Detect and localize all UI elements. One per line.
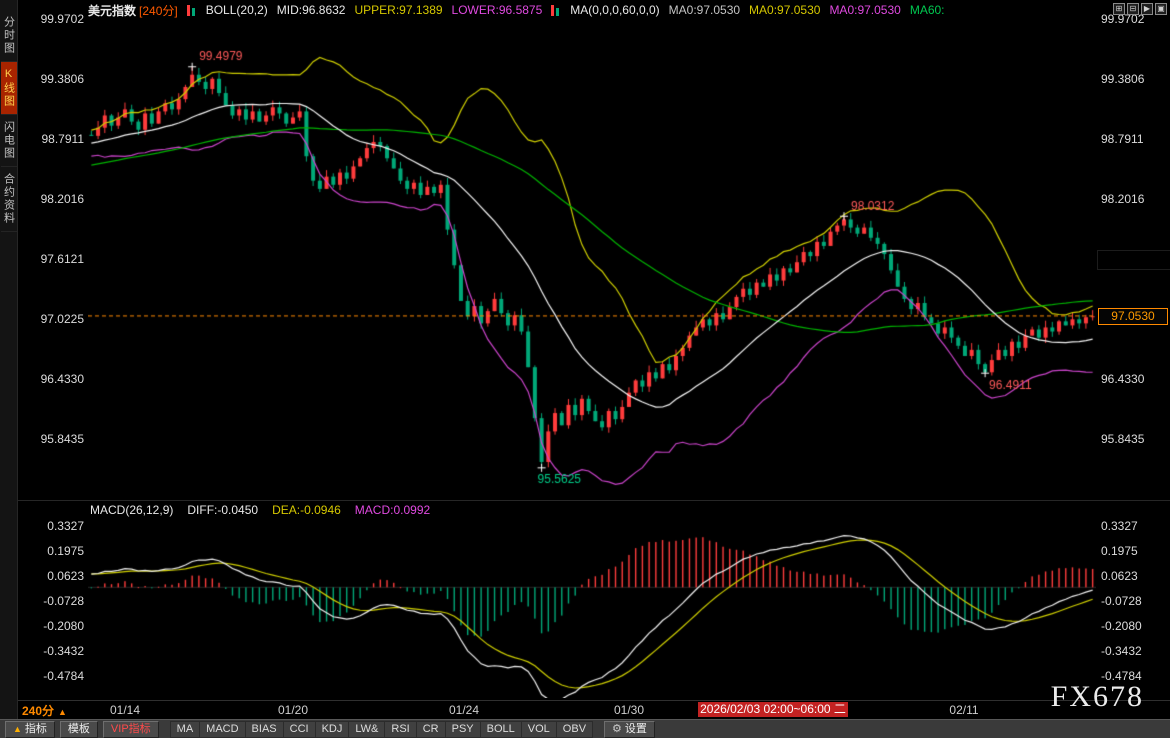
indicator-tab-macd[interactable]: MACD (200, 721, 245, 738)
macd-label: MACD(26,12,9) (90, 503, 173, 518)
sidebar-item-time-chart[interactable]: 分时图 (1, 10, 17, 62)
macd-tick-left: -0.4784 (18, 669, 84, 683)
boll-lower: LOWER:96.5875 (452, 3, 543, 17)
candlestick-icon (551, 4, 561, 16)
date-tick: 01/30 (614, 703, 644, 717)
ma0-value-3: MA0:97.0530 (829, 3, 900, 17)
candlestick-icon (187, 4, 197, 16)
macd-header: MACD(26,12,9) DIFF:-0.0450 DEA:-0.0946 M… (90, 503, 430, 518)
axis-blank-label-box (1097, 250, 1170, 270)
sidebar-item-flash-chart[interactable]: 闪电图 (1, 115, 17, 167)
macd-tick-left: -0.2080 (18, 619, 84, 633)
panel-divider (17, 500, 1170, 501)
templates-button[interactable]: 模板 (60, 721, 98, 738)
date-tick: 01/20 (278, 703, 308, 717)
bottom-toolbar: ▲指标模板VIP指标 MAMACDBIASCCIKDJLW&RSICRPSYBO… (0, 719, 1170, 738)
settings-label: 设置 (625, 723, 647, 736)
indicator-tab-cr[interactable]: CR (417, 721, 446, 738)
boll-label: BOLL(20,2) (206, 3, 268, 17)
ma0-value-1: MA0:97.0530 (669, 3, 740, 17)
indicators-button-label: 指标 (25, 723, 47, 736)
period-selector-label: 240分 (22, 704, 54, 718)
up-arrow-icon: ▲ (13, 723, 22, 736)
price-tick-left: 98.7911 (18, 132, 84, 146)
macd-tick-right: -0.2080 (1101, 619, 1169, 633)
period-selector[interactable]: 240分 ▲ (22, 702, 67, 719)
indicator-tab-rsi[interactable]: RSI (385, 721, 416, 738)
price-tick-right: 95.8435 (1101, 432, 1169, 446)
indicator-tab-ma[interactable]: MA (170, 721, 201, 738)
indicator-tab-boll[interactable]: BOLL (481, 721, 522, 738)
macd-chart-canvas[interactable] (88, 508, 1096, 698)
macd-tick-right: -0.3432 (1101, 644, 1169, 658)
window-controls: ⊞⊟▶▣ (1113, 3, 1167, 15)
toolbar-left-group: ▲指标模板VIP指标 (5, 721, 159, 738)
price-tick-left: 97.0225 (18, 312, 84, 326)
indicator-tab-cci[interactable]: CCI (284, 721, 316, 738)
boll-upper: UPPER:97.1389 (354, 3, 442, 17)
macd-tick-left: -0.3432 (18, 644, 84, 658)
date-tick: 01/24 (449, 703, 479, 717)
price-tick-right: 98.7911 (1101, 132, 1169, 146)
price-tick-right: 96.4330 (1101, 372, 1169, 386)
selected-bar-time-badge: 2026/02/03 02:00~06:00 二 (698, 702, 848, 717)
trading-app-window: 分时图K线图闪电图合约资料 美元指数 [240分] BOLL(20,2) MID… (0, 0, 1170, 738)
current-price-tag: 97.0530 (1098, 308, 1168, 325)
macd-tick-right: 0.1975 (1101, 544, 1169, 558)
macd-tick-left: 0.1975 (18, 544, 84, 558)
indicator-tab-obv[interactable]: OBV (557, 721, 593, 738)
ma0-value-2: MA0:97.0530 (749, 3, 820, 17)
macd-dea-value: DEA:-0.0946 (272, 503, 341, 518)
xaxis-divider (17, 700, 1170, 701)
macd-tick-left: 0.0623 (18, 569, 84, 583)
ma60-label: MA60: (910, 3, 945, 17)
period-badge: [240分] (139, 2, 178, 19)
price-tick-left: 99.3806 (18, 72, 84, 86)
symbol-title: 美元指数 (88, 2, 136, 19)
price-tick-left: 95.8435 (18, 432, 84, 446)
chart-header: 美元指数 [240分] BOLL(20,2) MID:96.8632 UPPER… (88, 2, 945, 18)
macd-tick-right: 0.0623 (1101, 569, 1169, 583)
date-tick: 01/14 (110, 703, 140, 717)
macd-tick-right: -0.0728 (1101, 594, 1169, 608)
vip-indicators-button[interactable]: VIP指标 (103, 721, 159, 738)
indicator-tab-bias[interactable]: BIAS (246, 721, 284, 738)
settings-button[interactable]: ⚙设置 (604, 721, 655, 738)
minimize-window-icon[interactable]: ⊟ (1127, 3, 1139, 15)
price-tick-right: 99.3806 (1101, 72, 1169, 86)
indicator-tab-kdj[interactable]: KDJ (316, 721, 350, 738)
up-arrow-icon: ▲ (58, 707, 67, 717)
indicators-button[interactable]: ▲指标 (5, 721, 55, 738)
price-tick-right: 98.2016 (1101, 192, 1169, 206)
toolbar-right-group: ⚙设置 (604, 721, 655, 738)
price-tick-left: 96.4330 (18, 372, 84, 386)
ma-label: MA(0,0,0,60,0,0) (570, 3, 659, 17)
sidebar-item-contract-info[interactable]: 合约资料 (1, 167, 17, 232)
boll-mid: MID:96.8632 (277, 3, 346, 17)
date-tick: 02/11 (949, 703, 978, 717)
templates-button-label: 模板 (68, 723, 90, 736)
gear-icon: ⚙ (612, 723, 622, 736)
price-tick-left: 99.9702 (18, 12, 84, 26)
price-chart-canvas[interactable] (88, 10, 1096, 490)
sidebar-item-kline-chart[interactable]: K线图 (1, 62, 17, 115)
indicator-tab-vol[interactable]: VOL (522, 721, 557, 738)
add-window-icon[interactable]: ⊞ (1113, 3, 1125, 15)
price-tick-left: 97.6121 (18, 252, 84, 266)
macd-tick-right: 0.3327 (1101, 519, 1169, 533)
brand-watermark: FX678 (1051, 680, 1144, 714)
left-sidebar: 分时图K线图闪电图合约资料 (0, 0, 18, 738)
price-tick-left: 98.2016 (18, 192, 84, 206)
macd-tick-left: -0.0728 (18, 594, 84, 608)
vip-indicators-button-label: VIP指标 (111, 723, 151, 736)
macd-diff-value: DIFF:-0.0450 (187, 503, 258, 518)
play-icon[interactable]: ▶ (1141, 3, 1153, 15)
indicator-tab-strip: MAMACDBIASCCIKDJLW&RSICRPSYBOLLVOLOBV (170, 721, 593, 738)
indicator-tab-lw[interactable]: LW& (349, 721, 385, 738)
grid-layout-icon[interactable]: ▣ (1155, 3, 1167, 15)
macd-value: MACD:0.0992 (355, 503, 430, 518)
indicator-tab-psy[interactable]: PSY (446, 721, 481, 738)
macd-tick-left: 0.3327 (18, 519, 84, 533)
